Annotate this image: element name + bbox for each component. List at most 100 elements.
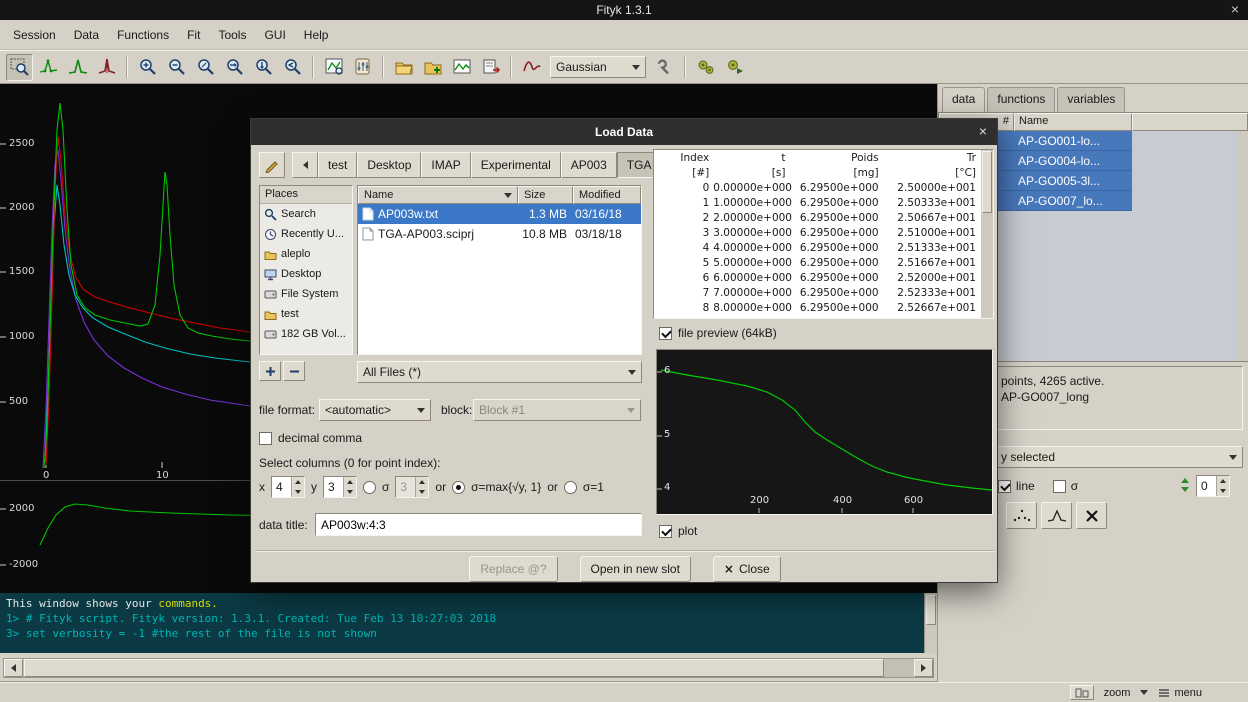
preview-table-scrollbar-thumb[interactable] <box>982 151 992 213</box>
tab-data[interactable]: data <box>942 87 985 112</box>
stepper-arrows[interactable] <box>343 477 356 497</box>
horizontal-scrollbar[interactable] <box>0 653 937 682</box>
console-scrollbar[interactable] <box>924 593 937 653</box>
hscroll-thumb[interactable] <box>24 659 884 677</box>
full-view-button[interactable] <box>320 54 347 81</box>
column-header-name[interactable]: Name <box>1014 113 1132 131</box>
sigma-max-radio[interactable] <box>452 481 465 494</box>
line-checkbox[interactable] <box>998 480 1011 493</box>
place-desktop[interactable]: Desktop <box>260 264 352 284</box>
file-row-selected[interactable]: AP003w.txt 1.3 MB 03/16/18 <box>358 204 641 224</box>
stepper-arrows[interactable] <box>1216 476 1229 496</box>
open-in-new-slot-button[interactable]: Open in new slot <box>580 556 691 582</box>
aspect-ratio-button[interactable] <box>1070 685 1094 700</box>
function-type-combo[interactable]: Gaussian <box>550 56 646 78</box>
menu-fit[interactable]: Fit <box>178 24 209 46</box>
open-recent-button[interactable] <box>419 54 446 81</box>
load-data-dialog: Load Data × test Desktop IMAP Experiment… <box>250 118 998 583</box>
place-volume[interactable]: 182 GB Vol... <box>260 324 352 344</box>
y-column-stepper[interactable]: 3 <box>323 476 357 498</box>
delete-dataset-button[interactable] <box>1076 502 1107 529</box>
path-segment[interactable]: Experimental <box>471 152 561 178</box>
path-back-button[interactable] <box>292 152 318 178</box>
menu-functions[interactable]: Functions <box>108 24 178 46</box>
place-filesystem[interactable]: File System <box>260 284 352 304</box>
open-file-button[interactable] <box>390 54 417 81</box>
save-image-button[interactable] <box>448 54 475 81</box>
folder-plus-icon <box>423 57 443 77</box>
menu-button[interactable]: menu <box>1158 687 1202 699</box>
export-data-button[interactable] <box>477 54 504 81</box>
mode-zoom-button[interactable] <box>6 54 33 81</box>
place-search[interactable]: Search <box>260 204 352 224</box>
sigma-checkbox[interactable] <box>1053 480 1066 493</box>
column-header-name[interactable]: Name <box>358 186 518 204</box>
place-recent[interactable]: Recently U... <box>260 224 352 244</box>
close-button[interactable]: × Close <box>713 556 781 582</box>
path-segment[interactable]: AP003 <box>561 152 617 178</box>
place-test-folder[interactable]: test <box>260 304 352 324</box>
type-location-button[interactable] <box>259 152 285 178</box>
file-preview-checkbox[interactable] <box>659 327 672 340</box>
dataset-list-scrollbar[interactable] <box>1238 131 1248 361</box>
place-home[interactable]: aleplo <box>260 244 352 264</box>
menu-tools[interactable]: Tools <box>209 24 255 46</box>
file-filter-combo[interactable]: All Files (*) <box>357 361 642 383</box>
zoom-previous-button[interactable] <box>279 54 306 81</box>
path-segment[interactable]: Desktop <box>357 152 421 178</box>
sigma-one-radio[interactable] <box>564 481 577 494</box>
scroll-left-arrow[interactable] <box>4 659 23 677</box>
file-list[interactable]: Name Size Modified AP003w.txt 1.3 MB 03/… <box>357 185 642 355</box>
menu-session[interactable]: Session <box>4 24 65 46</box>
decimal-comma-checkbox[interactable] <box>259 432 272 445</box>
mode-add-function-button[interactable] <box>93 54 120 81</box>
file-row[interactable]: TGA-AP003.sciprj 10.8 MB 03/18/18 <box>358 224 641 244</box>
tab-variables[interactable]: variables <box>1057 87 1125 112</box>
zoom-in-button[interactable] <box>134 54 161 81</box>
window-close-button[interactable]: × <box>1231 1 1239 17</box>
tab-functions[interactable]: functions <box>987 87 1055 112</box>
hscroll-track[interactable] <box>3 658 934 678</box>
zoom-fit-vertical-button[interactable] <box>250 54 277 81</box>
menu-help[interactable]: Help <box>295 24 338 46</box>
stepper-arrows[interactable] <box>291 477 304 497</box>
fit-settings-button[interactable] <box>651 54 678 81</box>
dialog-close-button[interactable]: × <box>979 123 987 139</box>
run-fit-button[interactable] <box>692 54 719 81</box>
preview-table-scrollbar[interactable] <box>981 150 993 318</box>
path-segment[interactable]: IMAP <box>421 152 470 178</box>
zoom-100-button[interactable] <box>192 54 219 81</box>
scroll-right-arrow[interactable] <box>914 659 933 677</box>
sigma-column-radio[interactable] <box>363 481 376 494</box>
sigma-column-stepper[interactable]: 3 <box>395 476 429 498</box>
file-format-combo[interactable]: <automatic> <box>319 399 431 421</box>
menu-gui[interactable]: GUI <box>255 24 294 46</box>
show-data-plot-button[interactable] <box>1006 502 1037 529</box>
mode-add-peak-button[interactable] <box>64 54 91 81</box>
file-preview-table[interactable]: Index t Poids Tr [#] [s] [mg] [°C] 00.00… <box>653 149 994 319</box>
column-header-modified[interactable]: Modified <box>573 186 641 204</box>
stepper-arrows[interactable] <box>415 477 428 497</box>
zoom-out-button[interactable] <box>163 54 190 81</box>
path-segment[interactable]: test <box>318 152 357 178</box>
block-combo[interactable]: Block #1 <box>473 399 641 421</box>
point-size-stepper[interactable]: 0 <box>1196 475 1230 497</box>
output-console[interactable]: This window shows your commands. 1> # Fi… <box>0 593 937 653</box>
zoom-fit-horizontal-button[interactable] <box>221 54 248 81</box>
plot-checkbox[interactable] <box>659 525 672 538</box>
define-function-button[interactable] <box>518 54 545 81</box>
show-model-plot-button[interactable] <box>1041 502 1072 529</box>
remove-place-button[interactable] <box>283 361 305 381</box>
mode-data-range-button[interactable] <box>35 54 62 81</box>
settings-button[interactable] <box>349 54 376 81</box>
x-column-stepper[interactable]: 4 <box>271 476 305 498</box>
console-scrollbar-thumb[interactable] <box>926 595 936 625</box>
column-header-size[interactable]: Size <box>518 186 573 204</box>
preview-plot[interactable]: 6 5 4 200 400 600 <box>656 349 993 515</box>
run-continue-button[interactable] <box>721 54 748 81</box>
add-place-button[interactable] <box>259 361 281 381</box>
menu-data[interactable]: Data <box>65 24 108 46</box>
replace-button[interactable]: Replace @? <box>469 556 557 582</box>
zoom-dropdown[interactable]: zoom <box>1104 687 1149 699</box>
data-title-input[interactable] <box>315 513 642 536</box>
